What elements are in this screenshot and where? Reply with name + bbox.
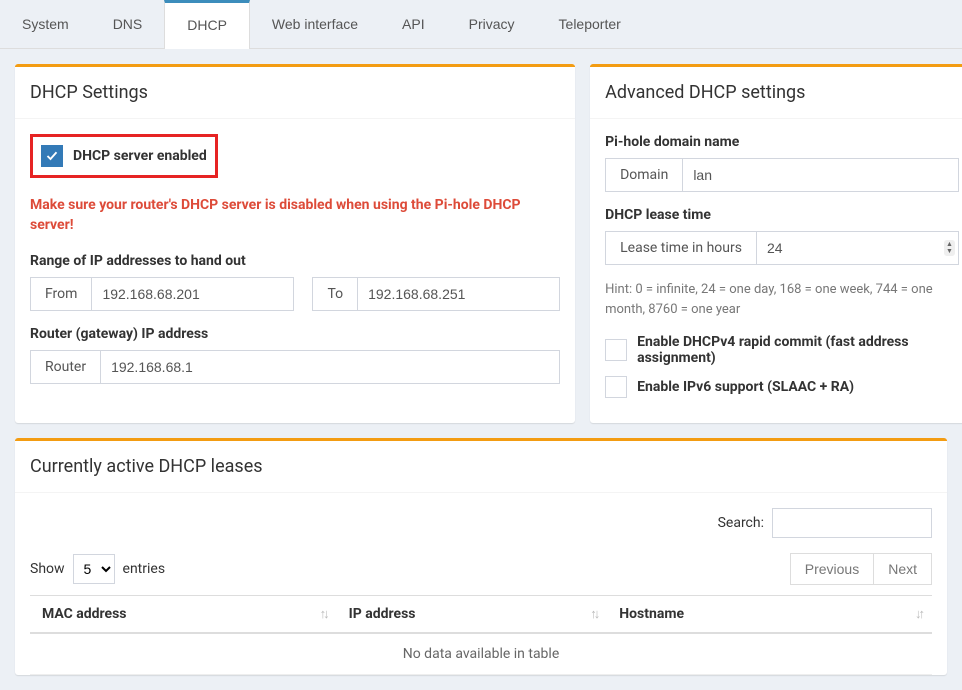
- sort-icon: ↑↓: [320, 606, 327, 622]
- leases-card: Currently active DHCP leases Search: Sho…: [15, 438, 947, 675]
- table-empty-row: No data available in table: [30, 633, 932, 675]
- search-label: Search:: [718, 515, 764, 531]
- rapid-commit-row: Enable DHCPv4 rapid commit (fast address…: [605, 334, 959, 366]
- next-button[interactable]: Next: [874, 553, 932, 585]
- tab-privacy[interactable]: Privacy: [447, 0, 537, 48]
- settings-tabs: System DNS DHCP Web interface API Privac…: [0, 0, 962, 49]
- sort-icon: ↓↑: [915, 606, 922, 622]
- chevron-down-icon[interactable]: ▼: [946, 248, 953, 255]
- dhcp-enabled-label: DHCP server enabled: [73, 148, 207, 164]
- lease-hint: Hint: 0 = infinite, 24 = one day, 168 = …: [605, 280, 959, 319]
- tab-teleporter[interactable]: Teleporter: [537, 0, 643, 48]
- lease-input[interactable]: [756, 231, 959, 265]
- sort-icon: ↑↓: [590, 606, 597, 622]
- lease-label: DHCP lease time: [605, 207, 959, 223]
- leases-title: Currently active DHCP leases: [30, 456, 932, 477]
- router-input[interactable]: [100, 350, 560, 384]
- col-ip[interactable]: IP address↑↓: [337, 596, 608, 634]
- router-addon: Router: [30, 350, 100, 384]
- dhcp-warning-text: Make sure your router's DHCP server is d…: [30, 196, 560, 235]
- from-input[interactable]: [91, 277, 294, 311]
- col-mac[interactable]: MAC address↑↓: [30, 596, 337, 634]
- entries-select[interactable]: 5: [73, 554, 115, 584]
- advanced-title: Advanced DHCP settings: [605, 82, 959, 103]
- lease-spinner[interactable]: ▲ ▼: [944, 240, 955, 256]
- domain-input[interactable]: [682, 158, 959, 192]
- router-label: Router (gateway) IP address: [30, 326, 560, 342]
- tab-system[interactable]: System: [0, 0, 91, 48]
- search-input[interactable]: [772, 508, 932, 538]
- dhcp-enabled-checkbox[interactable]: [41, 145, 63, 167]
- rapid-commit-checkbox[interactable]: [605, 339, 627, 361]
- show-prefix: Show: [30, 561, 65, 577]
- ipv6-row: Enable IPv6 support (SLAAC + RA): [605, 376, 959, 398]
- dhcp-settings-card: DHCP Settings DHCP server enabled Make s…: [15, 64, 575, 423]
- domain-label: Pi-hole domain name: [605, 134, 959, 150]
- dhcp-settings-title: DHCP Settings: [30, 82, 560, 103]
- to-input[interactable]: [357, 277, 560, 311]
- tab-api[interactable]: API: [380, 0, 447, 48]
- rapid-commit-label: Enable DHCPv4 rapid commit (fast address…: [637, 334, 959, 366]
- lease-addon: Lease time in hours: [605, 231, 756, 265]
- empty-text: No data available in table: [30, 633, 932, 675]
- tab-web-interface[interactable]: Web interface: [250, 0, 380, 48]
- domain-addon: Domain: [605, 158, 682, 192]
- show-suffix: entries: [123, 561, 166, 577]
- range-label: Range of IP addresses to hand out: [30, 253, 560, 269]
- from-addon: From: [30, 277, 91, 311]
- ipv6-label: Enable IPv6 support (SLAAC + RA): [637, 379, 854, 395]
- previous-button[interactable]: Previous: [790, 553, 874, 585]
- ipv6-checkbox[interactable]: [605, 376, 627, 398]
- dhcp-enabled-row: DHCP server enabled: [30, 134, 218, 178]
- leases-table: MAC address↑↓ IP address↑↓ Hostname↓↑ No…: [30, 595, 932, 675]
- to-addon: To: [312, 277, 357, 311]
- tab-dns[interactable]: DNS: [91, 0, 165, 48]
- check-icon: [46, 150, 58, 162]
- advanced-dhcp-card: Advanced DHCP settings Pi-hole domain na…: [590, 64, 962, 423]
- pager: Previous Next: [790, 553, 932, 585]
- col-host[interactable]: Hostname↓↑: [607, 596, 932, 634]
- tab-dhcp[interactable]: DHCP: [164, 0, 250, 49]
